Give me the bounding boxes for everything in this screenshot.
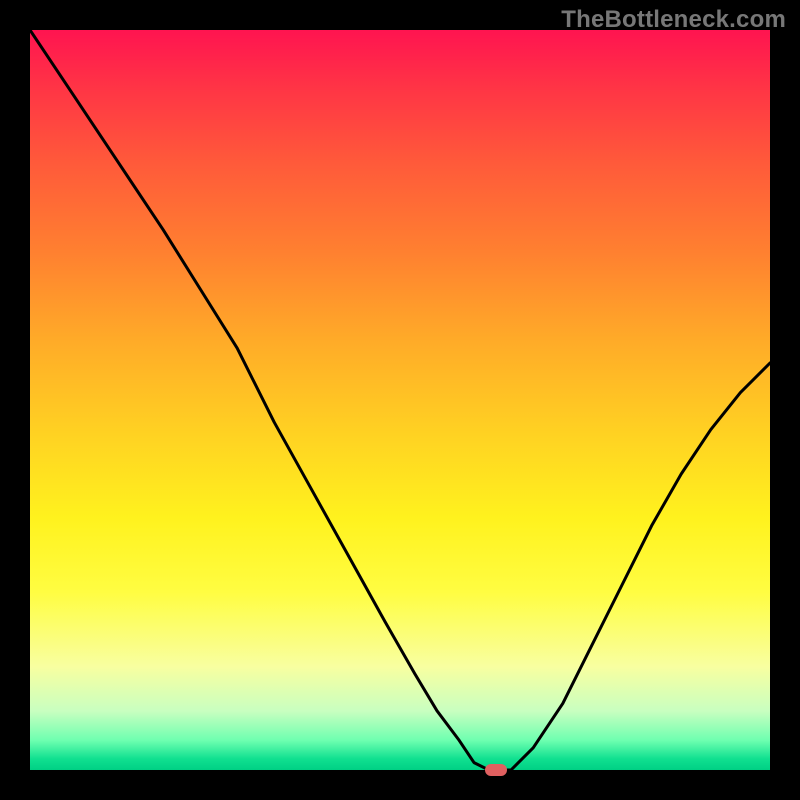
chart-frame: TheBottleneck.com bbox=[0, 0, 800, 800]
bottleneck-curve bbox=[30, 30, 770, 770]
curve-svg bbox=[30, 30, 770, 770]
optimum-marker bbox=[485, 764, 507, 776]
watermark-text: TheBottleneck.com bbox=[561, 6, 786, 34]
plot-area bbox=[30, 30, 770, 770]
